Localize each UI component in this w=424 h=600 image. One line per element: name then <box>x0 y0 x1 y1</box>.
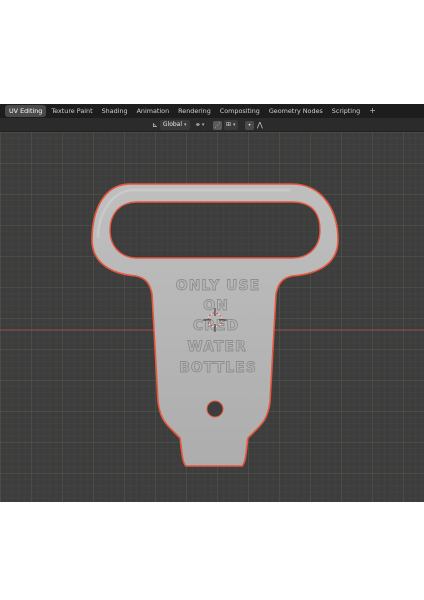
add-workspace-button[interactable]: + <box>365 107 380 115</box>
3d-viewport[interactable]: ONLY USE ON CRED WATER BOTTLES <box>0 132 424 502</box>
proportional-editing-icon: • <box>247 121 252 129</box>
chevron-down-icon: ▾ <box>233 122 236 128</box>
snap-target-dropdown[interactable]: ⊞ ▾ <box>224 120 238 130</box>
tab-compositing[interactable]: Compositing <box>216 105 264 117</box>
tab-uv-editing[interactable]: UV Editing <box>5 105 47 117</box>
viewport-header: ⊾ Global ▾ ⚭ ▾ ⋰ ⊞ ▾ • ⋀ <box>0 118 424 132</box>
tab-geometry-nodes[interactable]: Geometry Nodes <box>265 105 327 117</box>
blender-window: UV Editing Texture Paint Shading Animati… <box>0 104 424 502</box>
embossed-line-5: BOTTLES <box>179 360 257 376</box>
orientation-icon: ⊾ <box>152 121 158 129</box>
workspace-tab-bar: UV Editing Texture Paint Shading Animati… <box>0 104 424 118</box>
proportional-editing-toggle[interactable]: • <box>245 120 254 130</box>
transform-orientation-group[interactable]: ⊾ Global ▾ <box>152 120 190 130</box>
proportional-group[interactable]: • ⋀ <box>245 120 263 130</box>
embossed-line-1: ONLY USE <box>176 278 260 294</box>
embossed-line-3: CRED <box>193 318 239 334</box>
tab-scripting[interactable]: Scripting <box>328 105 364 117</box>
snap-target-icon: ⊞ <box>226 121 232 128</box>
chevron-down-icon: ▾ <box>201 122 205 128</box>
snap-group[interactable]: ⋰ ⊞ ▾ <box>213 120 238 130</box>
snap-toggle[interactable]: ⋰ <box>213 120 222 130</box>
viewport-canvas[interactable]: ONLY USE ON CRED WATER BOTTLES <box>0 132 424 502</box>
embossed-line-2: ON <box>203 298 229 314</box>
pivot-point-dropdown[interactable]: ⚭ ▾ <box>195 120 204 130</box>
embossed-line-4: WATER <box>187 339 246 355</box>
tab-texture-paint[interactable]: Texture Paint <box>47 105 96 117</box>
opener-hole <box>206 400 224 418</box>
tab-animation[interactable]: Animation <box>133 105 174 117</box>
chevron-down-icon: ▾ <box>184 122 187 128</box>
slot-grid <box>112 204 318 256</box>
tab-shading[interactable]: Shading <box>98 105 132 117</box>
tab-rendering[interactable]: Rendering <box>174 105 215 117</box>
proportional-falloff-icon[interactable]: ⋀ <box>257 120 263 130</box>
pivot-icon: ⚭ <box>195 121 201 129</box>
transform-orientation-dropdown[interactable]: Global ▾ <box>159 120 190 130</box>
snap-icon: ⋰ <box>214 121 221 129</box>
transform-orientation-value: Global <box>162 121 183 128</box>
